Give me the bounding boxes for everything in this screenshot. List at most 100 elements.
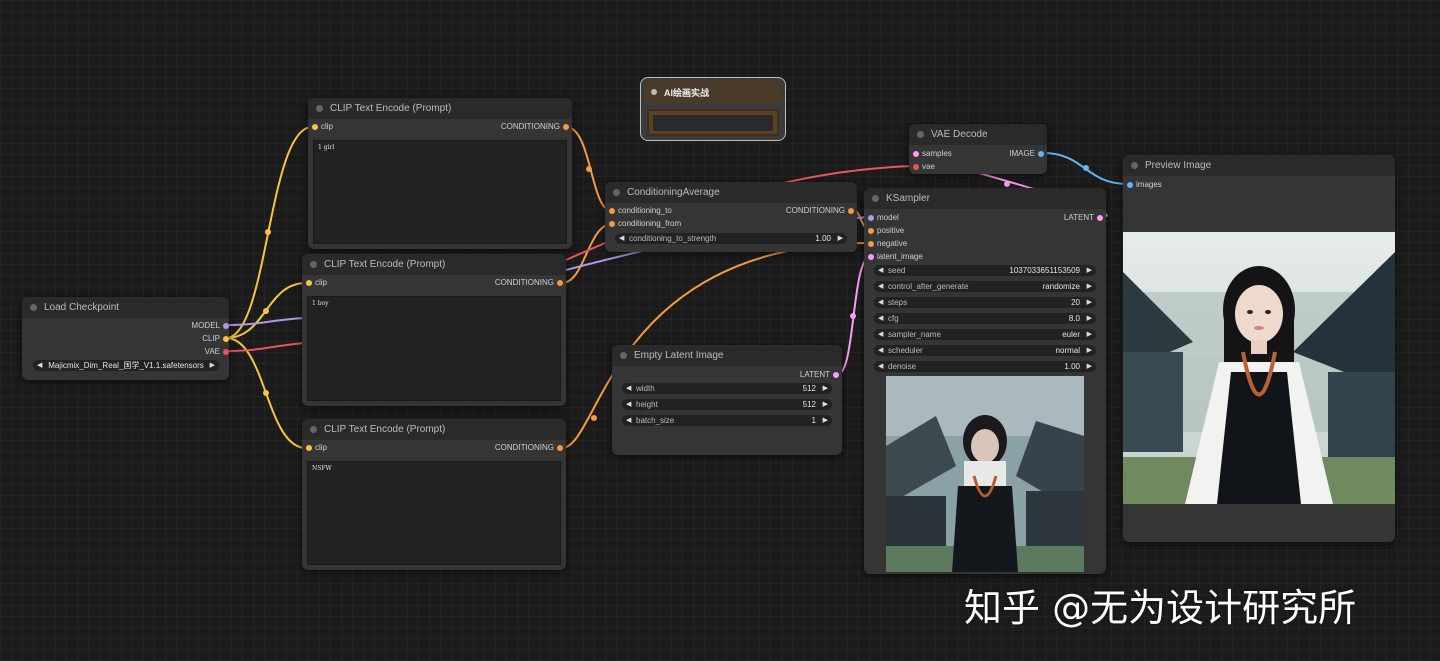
output-conditioning[interactable]: CONDITIONING (495, 278, 563, 288)
collapse-dot-icon[interactable] (316, 105, 323, 112)
node-title-bar[interactable]: CLIP Text Encode (Prompt) (308, 98, 572, 119)
node-title-bar[interactable]: Empty Latent Image (612, 345, 842, 366)
output-image[interactable]: IMAGE (1009, 149, 1044, 159)
output-latent[interactable]: LATENT (1064, 213, 1103, 223)
arrow-left-icon[interactable]: ◀ (37, 360, 42, 371)
group-note-title-bar[interactable]: AI绘画实战 (644, 81, 782, 103)
arrow-left-icon[interactable]: ◀ (878, 361, 883, 372)
port-dot-icon[interactable] (223, 349, 229, 355)
arrow-left-icon[interactable]: ◀ (619, 233, 624, 244)
output-clip[interactable]: CLIP (202, 334, 229, 344)
node-title-bar[interactable]: VAE Decode (909, 124, 1047, 145)
input-latent-image[interactable]: latent_image (868, 252, 923, 262)
node-title-bar[interactable]: ConditioningAverage (605, 182, 857, 203)
port-dot-icon[interactable] (312, 124, 318, 130)
input-model[interactable]: model (868, 213, 899, 223)
arrow-left-icon[interactable]: ◀ (626, 399, 631, 410)
arrow-right-icon[interactable]: ▶ (1087, 281, 1092, 292)
collapse-dot-icon[interactable] (310, 261, 317, 268)
arrow-right-icon[interactable]: ▶ (210, 360, 215, 371)
group-note-node[interactable]: AI绘画实战 (640, 77, 786, 141)
port-dot-icon[interactable] (1038, 151, 1044, 157)
arrow-right-icon[interactable]: ▶ (838, 233, 843, 244)
collapse-dot-icon[interactable] (651, 89, 657, 95)
denoise-widget[interactable]: ◀ denoise 1.00 ▶ (874, 361, 1096, 372)
prompt-textarea[interactable]: 1 boy (307, 296, 561, 401)
port-dot-icon[interactable] (833, 372, 839, 378)
output-conditioning[interactable]: CONDITIONING (501, 122, 569, 132)
input-clip[interactable]: clip (306, 278, 327, 288)
input-negative[interactable]: negative (868, 239, 907, 249)
port-dot-icon[interactable] (848, 208, 854, 214)
output-model[interactable]: MODEL (192, 321, 229, 331)
conditioning-to-strength-widget[interactable]: ◀ conditioning_to_strength 1.00 ▶ (615, 233, 847, 244)
port-dot-icon[interactable] (223, 323, 229, 329)
input-clip[interactable]: clip (312, 122, 333, 132)
port-dot-icon[interactable] (913, 151, 919, 157)
input-conditioning-from[interactable]: conditioning_from (609, 219, 681, 229)
height-widget[interactable]: ◀ height 512 ▶ (622, 399, 832, 410)
collapse-dot-icon[interactable] (30, 304, 37, 311)
port-dot-icon[interactable] (563, 124, 569, 130)
arrow-left-icon[interactable]: ◀ (878, 313, 883, 324)
arrow-right-icon[interactable]: ▶ (823, 399, 828, 410)
arrow-left-icon[interactable]: ◀ (878, 281, 883, 292)
output-latent[interactable]: LATENT (800, 370, 839, 380)
collapse-dot-icon[interactable] (620, 352, 627, 359)
port-dot-icon[interactable] (868, 228, 874, 234)
arrow-right-icon[interactable]: ▶ (1087, 329, 1092, 340)
prompt-textarea[interactable]: NSFW (307, 461, 561, 565)
arrow-right-icon[interactable]: ▶ (1087, 265, 1092, 276)
load-checkpoint-node[interactable]: Load Checkpoint MODEL CLIP VAE ◀ Majicmi… (22, 297, 229, 380)
output-conditioning[interactable]: CONDITIONING (495, 443, 563, 453)
arrow-left-icon[interactable]: ◀ (626, 415, 631, 426)
batch-size-widget[interactable]: ◀ batch_size 1 ▶ (622, 415, 832, 426)
collapse-dot-icon[interactable] (1131, 162, 1138, 169)
port-dot-icon[interactable] (1127, 182, 1133, 188)
output-conditioning[interactable]: CONDITIONING (786, 206, 854, 216)
sampler-name-widget[interactable]: ◀ sampler_name euler ▶ (874, 329, 1096, 340)
clip-text-encode-node-1[interactable]: CLIP Text Encode (Prompt) clip CONDITION… (308, 98, 572, 249)
preview-image-node[interactable]: Preview Image images (1123, 155, 1395, 542)
ckpt-name-combo[interactable]: ◀ Majicmix_Dim_Real_国学_V1.1.safetensors … (33, 360, 219, 371)
port-dot-icon[interactable] (306, 445, 312, 451)
arrow-left-icon[interactable]: ◀ (878, 265, 883, 276)
node-title-bar[interactable]: Preview Image (1123, 155, 1395, 176)
port-dot-icon[interactable] (1097, 215, 1103, 221)
clip-text-encode-node-2[interactable]: CLIP Text Encode (Prompt) clip CONDITION… (302, 254, 566, 406)
port-dot-icon[interactable] (609, 208, 615, 214)
arrow-left-icon[interactable]: ◀ (878, 345, 883, 356)
node-title-bar[interactable]: CLIP Text Encode (Prompt) (302, 254, 566, 275)
scheduler-widget[interactable]: ◀ scheduler normal ▶ (874, 345, 1096, 356)
port-dot-icon[interactable] (557, 445, 563, 451)
arrow-left-icon[interactable]: ◀ (878, 329, 883, 340)
node-title-bar[interactable]: Load Checkpoint (22, 297, 229, 318)
port-dot-icon[interactable] (306, 280, 312, 286)
prompt-textarea[interactable]: 1 girl (313, 140, 567, 244)
arrow-right-icon[interactable]: ▶ (823, 383, 828, 394)
ksampler-node[interactable]: KSampler model positive negative latent_… (864, 188, 1106, 574)
output-vae[interactable]: VAE (205, 347, 229, 357)
cfg-widget[interactable]: ◀ cfg 8.0 ▶ (874, 313, 1096, 324)
collapse-dot-icon[interactable] (310, 426, 317, 433)
clip-text-encode-node-3[interactable]: CLIP Text Encode (Prompt) clip CONDITION… (302, 419, 566, 570)
input-vae[interactable]: vae (913, 162, 935, 172)
port-dot-icon[interactable] (609, 221, 615, 227)
arrow-left-icon[interactable]: ◀ (626, 383, 631, 394)
arrow-right-icon[interactable]: ▶ (1087, 361, 1092, 372)
input-clip[interactable]: clip (306, 443, 327, 453)
collapse-dot-icon[interactable] (613, 189, 620, 196)
collapse-dot-icon[interactable] (917, 131, 924, 138)
arrow-right-icon[interactable]: ▶ (1087, 313, 1092, 324)
input-images[interactable]: images (1127, 180, 1162, 190)
port-dot-icon[interactable] (868, 215, 874, 221)
width-widget[interactable]: ◀ width 512 ▶ (622, 383, 832, 394)
port-dot-icon[interactable] (868, 254, 874, 260)
input-positive[interactable]: positive (868, 226, 904, 236)
arrow-right-icon[interactable]: ▶ (1087, 345, 1092, 356)
collapse-dot-icon[interactable] (872, 195, 879, 202)
arrow-right-icon[interactable]: ▶ (1087, 297, 1092, 308)
input-conditioning-to[interactable]: conditioning_to (609, 206, 672, 216)
seed-widget[interactable]: ◀ seed 1037033651153509 ▶ (874, 265, 1096, 276)
input-samples[interactable]: samples (913, 149, 952, 159)
